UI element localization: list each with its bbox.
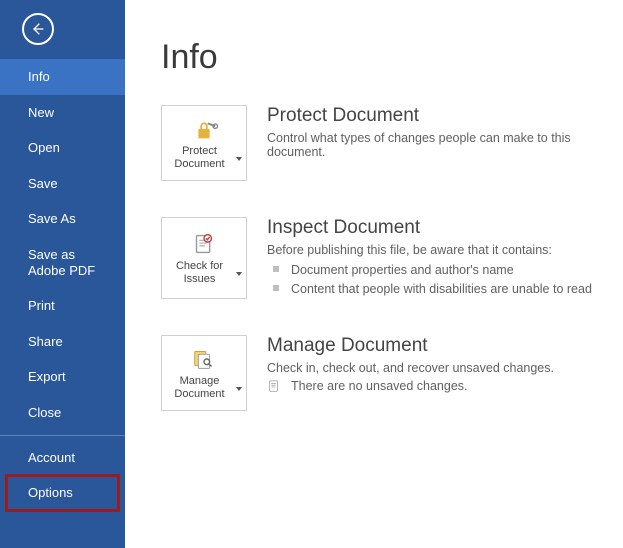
nav-item-open[interactable]: Open bbox=[0, 130, 125, 166]
back-button[interactable] bbox=[22, 13, 54, 45]
nav-item-saveas[interactable]: Save As bbox=[0, 201, 125, 237]
nav-list: Info New Open Save Save As Save as Adobe… bbox=[0, 59, 125, 548]
section-body: Manage Document Check in, check out, and… bbox=[267, 335, 603, 411]
left-sidebar: Info New Open Save Save As Save as Adobe… bbox=[0, 0, 125, 548]
protect-document-button[interactable]: Protect Document bbox=[161, 105, 247, 181]
section-desc: Check in, check out, and recover unsaved… bbox=[267, 361, 603, 375]
nav-label: Info bbox=[28, 69, 50, 84]
manage-document-button[interactable]: Manage Document bbox=[161, 335, 247, 411]
section-desc: Before publishing this file, be aware th… bbox=[267, 243, 603, 257]
main-content: Info Protect Document Protect Document C… bbox=[125, 0, 623, 548]
nav-label: Print bbox=[28, 298, 55, 313]
nav-item-export[interactable]: Export bbox=[0, 359, 125, 395]
section-title: Protect Document bbox=[267, 105, 603, 127]
back-arrow-icon bbox=[30, 21, 46, 37]
nav-label: Options bbox=[28, 485, 73, 500]
nav-item-share[interactable]: Share bbox=[0, 324, 125, 360]
nav-separator bbox=[0, 435, 125, 436]
tile-label: Check for Issues bbox=[166, 260, 233, 285]
manage-status-row: There are no unsaved changes. bbox=[267, 379, 603, 393]
document-check-icon bbox=[189, 232, 219, 256]
chevron-down-icon bbox=[236, 157, 242, 161]
nav-item-account[interactable]: Account bbox=[0, 440, 125, 476]
lock-icon bbox=[189, 117, 219, 141]
chevron-down-icon bbox=[236, 387, 242, 391]
nav-label: Save bbox=[28, 176, 58, 191]
nav-label: Export bbox=[28, 369, 66, 384]
section-title: Inspect Document bbox=[267, 217, 603, 239]
tile-label: Manage Document bbox=[166, 375, 233, 400]
nav-label: Save As bbox=[28, 211, 76, 226]
document-icon bbox=[267, 379, 281, 393]
inspect-bullet: Document properties and author's name bbox=[267, 261, 603, 280]
nav-item-close[interactable]: Close bbox=[0, 395, 125, 431]
nav-item-new[interactable]: New bbox=[0, 95, 125, 131]
manage-status-text: There are no unsaved changes. bbox=[291, 379, 468, 393]
nav-item-print[interactable]: Print bbox=[0, 288, 125, 324]
inspect-bullet-list: Document properties and author's name Co… bbox=[267, 261, 603, 299]
section-protect: Protect Document Protect Document Contro… bbox=[161, 105, 603, 181]
section-desc: Control what types of changes people can… bbox=[267, 131, 603, 159]
section-body: Protect Document Control what types of c… bbox=[267, 105, 603, 181]
page-title: Info bbox=[161, 38, 603, 77]
inspect-bullet: Content that people with disabilities ar… bbox=[267, 280, 603, 299]
backstage-view: Info New Open Save Save As Save as Adobe… bbox=[0, 0, 623, 548]
nav-item-save[interactable]: Save bbox=[0, 166, 125, 202]
section-inspect: Check for Issues Inspect Document Before… bbox=[161, 217, 603, 299]
nav-label: Share bbox=[28, 334, 63, 349]
tile-label: Protect Document bbox=[166, 145, 233, 170]
nav-item-save-adobe-pdf[interactable]: Save as Adobe PDF bbox=[0, 237, 125, 288]
nav-label: Account bbox=[28, 450, 75, 465]
section-body: Inspect Document Before publishing this … bbox=[267, 217, 603, 299]
nav-item-options[interactable]: Options bbox=[6, 475, 119, 511]
nav-label: Close bbox=[28, 405, 61, 420]
nav-label: New bbox=[28, 105, 54, 120]
nav-item-info[interactable]: Info bbox=[0, 59, 125, 95]
chevron-down-icon bbox=[236, 272, 242, 276]
nav-label: Save as Adobe PDF bbox=[28, 247, 95, 278]
section-title: Manage Document bbox=[267, 335, 603, 357]
check-for-issues-button[interactable]: Check for Issues bbox=[161, 217, 247, 299]
nav-label: Open bbox=[28, 140, 60, 155]
documents-search-icon bbox=[189, 347, 219, 371]
section-manage: Manage Document Manage Document Check in… bbox=[161, 335, 603, 411]
